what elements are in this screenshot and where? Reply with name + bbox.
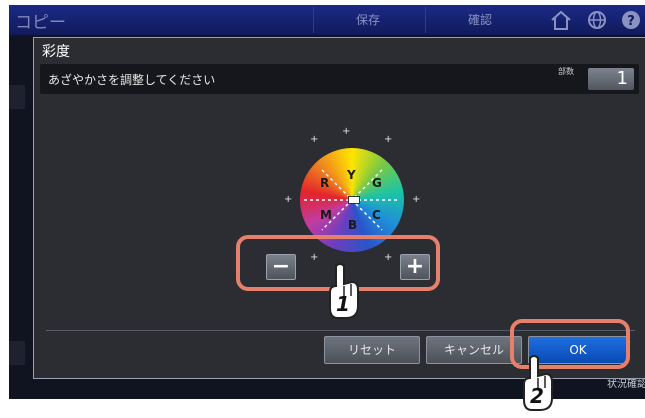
plus-marker: + bbox=[310, 134, 319, 145]
help-icon[interactable]: ? bbox=[619, 9, 643, 31]
confirm-tab[interactable]: 確認 bbox=[425, 7, 534, 33]
hand-pointer-icon: 2 bbox=[518, 354, 558, 418]
saturation-indicator bbox=[348, 196, 360, 204]
globe-icon[interactable] bbox=[585, 9, 609, 31]
svg-text:?: ? bbox=[627, 14, 635, 29]
info-bar: あざやかさを調整してください 部数 1 bbox=[40, 64, 639, 94]
plus-marker: + bbox=[284, 194, 293, 205]
top-bar: コピー 保存 確認 ? bbox=[9, 5, 645, 35]
reset-button[interactable]: リセット bbox=[324, 336, 420, 364]
label-g: G bbox=[372, 176, 382, 190]
label-c: C bbox=[372, 208, 381, 222]
plus-marker: + bbox=[412, 194, 421, 205]
dialog-title: 彩度 bbox=[42, 44, 70, 60]
label-y: Y bbox=[347, 168, 356, 182]
instruction-message: あざやかさを調整してください bbox=[48, 73, 216, 87]
label-m: M bbox=[320, 208, 332, 222]
cancel-button[interactable]: キャンセル bbox=[426, 336, 522, 364]
bg-strip bbox=[9, 85, 25, 109]
hand-pointer-icon: 1 bbox=[324, 262, 364, 326]
home-icon[interactable] bbox=[549, 9, 573, 31]
plus-marker: + bbox=[384, 134, 393, 145]
bg-strip bbox=[9, 341, 25, 365]
copies-field[interactable]: 1 bbox=[588, 68, 634, 90]
label-r: R bbox=[320, 176, 330, 190]
label-b: B bbox=[348, 218, 358, 232]
plus-marker: + bbox=[342, 126, 351, 137]
step2-number: 2 bbox=[530, 384, 544, 408]
copies-label: 部数 bbox=[558, 67, 574, 76]
save-tab[interactable]: 保存 bbox=[313, 7, 422, 33]
step1-number: 1 bbox=[336, 292, 350, 316]
app-title: コピー bbox=[15, 13, 66, 33]
